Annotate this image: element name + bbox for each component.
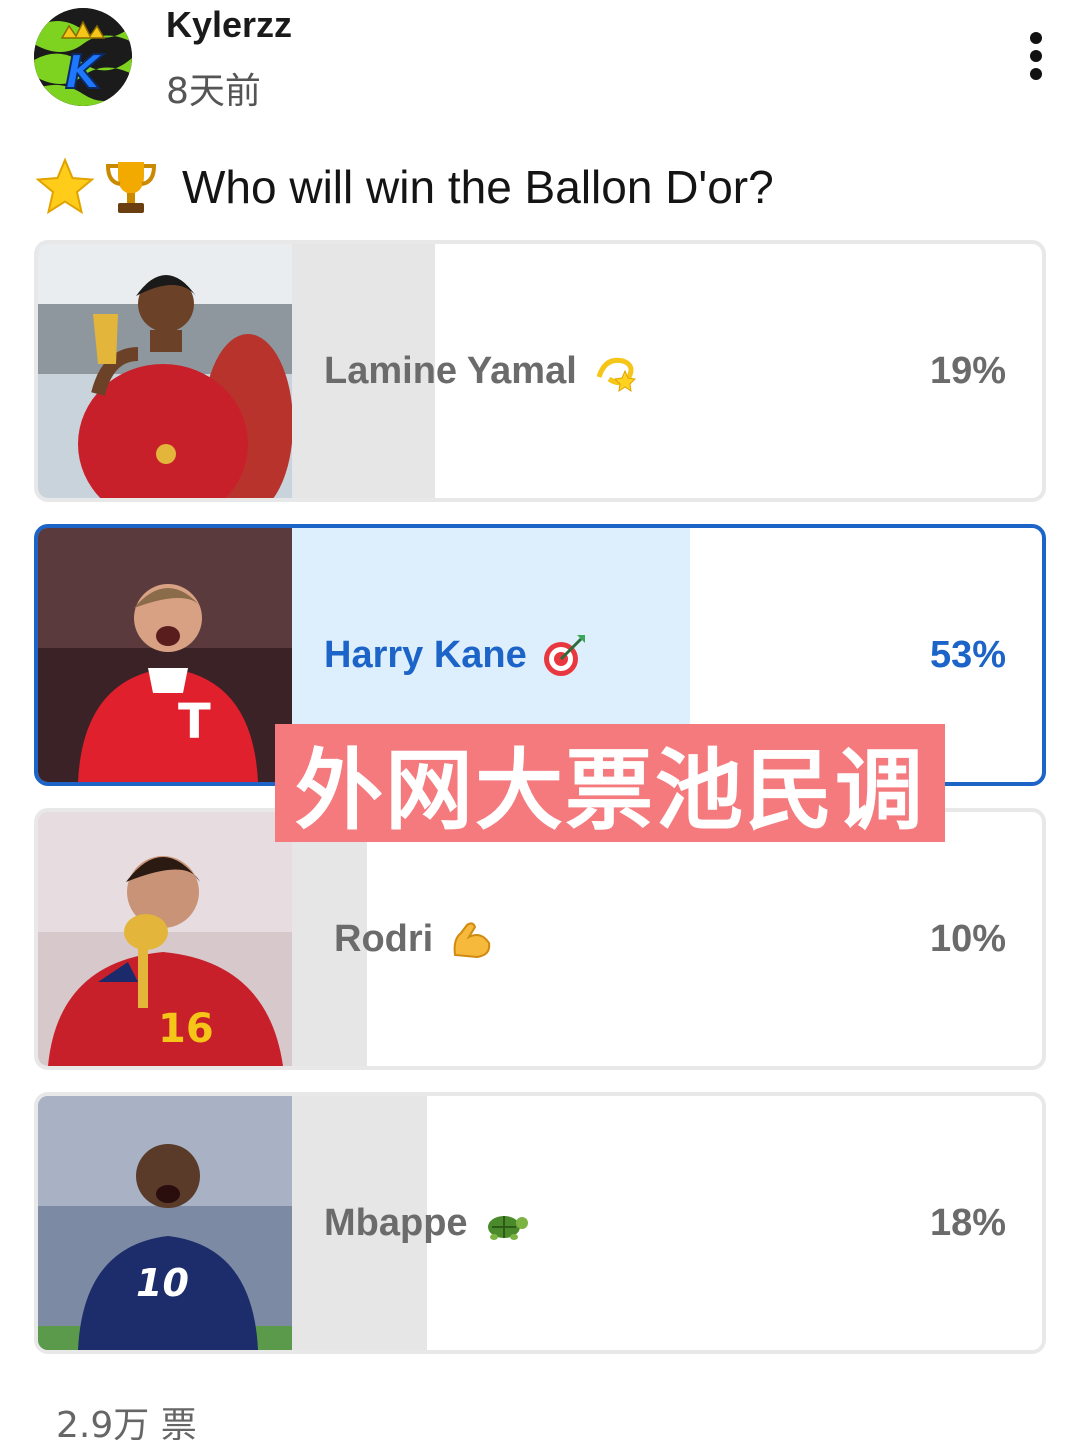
player-photo: 10 [38,1096,292,1350]
player-photo [38,244,292,498]
more-options-icon[interactable] [1016,30,1056,82]
trophy-icon [100,156,162,218]
poll-option-rodri[interactable]: 16 Rodri 10% [34,808,1046,1070]
poll-option-mbappe[interactable]: 10 Mbappe 18% [34,1092,1046,1354]
poll-option-lamine-yamal[interactable]: Lamine Yamal 19% [34,240,1046,502]
player-photo: 16 [38,812,292,1066]
option-label: Mbappe [324,1201,468,1244]
vote-count: 2.9万 票 [56,1405,197,1440]
overlay-banner: 外网大票池民调 [275,724,945,842]
dart-target-icon [541,631,589,679]
option-label: Rodri [334,917,434,960]
turtle-icon [482,1199,530,1247]
option-label: Lamine Yamal [324,349,577,392]
question-text: Who will win the Ballon D'or? [182,161,774,213]
option-percent: 10% [929,917,1006,960]
svg-text:10: 10 [136,1261,189,1305]
player-photo: T [38,528,292,782]
post-time: 8天前 [166,71,261,112]
option-label: Harry Kane [324,633,527,676]
post-header: K Kylerzz 8天前 [0,0,1080,120]
option-percent: 18% [929,1201,1006,1244]
avatar[interactable]: K [34,8,132,106]
username[interactable]: Kylerzz [166,4,292,46]
option-percent: 19% [929,349,1006,392]
svg-text:K: K [65,45,104,99]
svg-text:T: T [178,694,211,750]
poll-question: Who will win the Ballon D'or? [34,152,1044,222]
star-icon [34,156,96,218]
svg-text:16: 16 [158,1006,214,1052]
dizzy-icon [591,347,639,395]
flexed-biceps-icon [447,915,495,963]
